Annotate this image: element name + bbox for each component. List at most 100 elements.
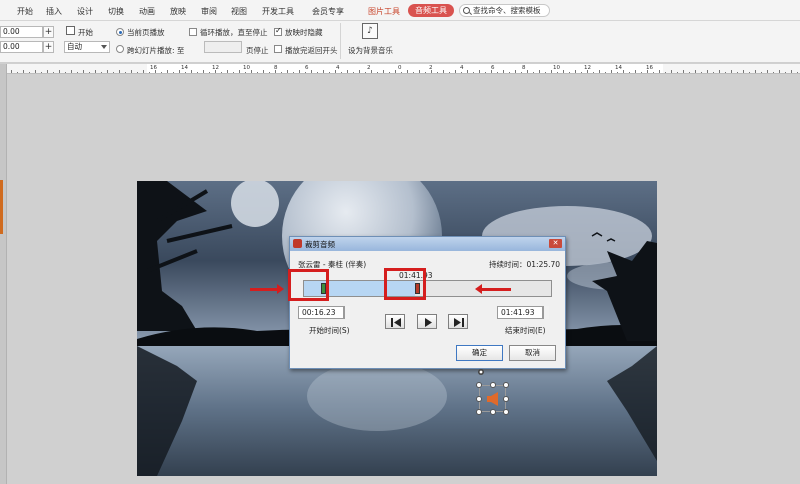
volume-field[interactable]: 0.00 (0, 26, 43, 38)
rotate-handle-icon[interactable] (477, 368, 485, 376)
tab-design[interactable]: 设计 (77, 6, 93, 17)
start-select[interactable]: 自动 (64, 41, 110, 53)
ruler-tick (719, 70, 720, 73)
ruler-tick (191, 70, 192, 73)
loop-play-checkbox[interactable] (189, 28, 197, 36)
end-time-label: 结束时间(E) (505, 326, 546, 335)
ruler-tick (581, 72, 582, 73)
ribbon-tab-bar: 开始 插入 设计 切换 动画 放映 审阅 视图 开发工具 会员专享 图片工具 音… (0, 0, 800, 21)
search-input[interactable]: 查找命令、搜索模板 (459, 4, 550, 17)
ruler-tick (539, 70, 540, 73)
tab-home[interactable]: 开始 (17, 6, 33, 17)
ruler-tick (683, 70, 684, 73)
hide-when-playing-label: 放映时隐藏 (285, 28, 323, 37)
play-button[interactable] (417, 314, 437, 329)
ruler-tick (521, 72, 522, 73)
tab-review[interactable]: 审阅 (201, 6, 217, 17)
audio-trim-track[interactable] (303, 280, 552, 297)
ruler-tick (77, 72, 78, 73)
ruler-tick (299, 70, 300, 73)
tab-audio-tools[interactable]: 音频工具 (408, 4, 454, 17)
ruler-tick (83, 70, 84, 73)
tab-picture-tools[interactable]: 图片工具 (368, 6, 400, 17)
ruler-tick (743, 70, 744, 73)
ruler-tick (329, 72, 330, 73)
current-page-radio[interactable] (116, 28, 124, 36)
tab-developer[interactable]: 开发工具 (262, 6, 294, 17)
tab-insert[interactable]: 插入 (46, 6, 62, 17)
ruler-tick (71, 70, 72, 73)
close-icon[interactable]: ✕ (549, 239, 562, 248)
cross-slides-label: 跨幻灯片播放: 至 (127, 46, 185, 55)
cross-slides-radio[interactable] (116, 45, 124, 53)
ruler-tick (605, 72, 606, 73)
start-time-input[interactable]: 00:16.23 (298, 306, 344, 319)
rewind-checkbox[interactable] (274, 45, 282, 53)
audio-object[interactable] (476, 382, 509, 415)
tab-view[interactable]: 视图 (231, 6, 247, 17)
ruler-tick (161, 72, 162, 73)
resize-handle[interactable] (490, 409, 496, 415)
start-time-label: 开始时间(S) (309, 326, 350, 335)
ruler-tick (575, 70, 576, 73)
ruler-tick (515, 70, 516, 73)
ribbon-separator (340, 23, 341, 59)
ruler-tick (203, 70, 204, 73)
ruler-tick (377, 72, 378, 73)
ruler-tick (503, 70, 504, 73)
resize-handle[interactable] (476, 396, 482, 402)
fade-plus-button[interactable]: + (43, 41, 54, 53)
ruler-tick (773, 72, 774, 73)
ribbon-audio-tools: 0.00 + 0.00 + 开始 自动 当前页播放 跨幻灯片播放: 至 页停止 … (0, 21, 800, 63)
start-time-spinner[interactable] (344, 306, 350, 319)
ruler-tick (209, 72, 210, 73)
resize-handle[interactable] (503, 396, 509, 402)
ruler-label: 2 (367, 65, 371, 71)
ruler-tick (359, 70, 360, 73)
cross-slides-page-field[interactable] (204, 41, 242, 53)
fade-field[interactable]: 0.00 (0, 41, 43, 53)
volume-plus-button[interactable]: + (43, 26, 54, 38)
tab-member[interactable]: 会员专享 (312, 6, 344, 17)
end-time-spinner[interactable] (543, 306, 549, 319)
ruler-tick (11, 70, 12, 73)
ruler-tick (113, 72, 114, 73)
resize-handle[interactable] (503, 382, 509, 388)
ruler-tick (563, 70, 564, 73)
ruler-tick (107, 70, 108, 73)
dialog-title-bar[interactable]: 裁剪音频 ✕ (290, 237, 565, 251)
set-bg-music-button[interactable]: 设为背景音乐 (348, 45, 393, 56)
ruler-tick (227, 70, 228, 73)
tab-slideshow[interactable]: 放映 (170, 6, 186, 17)
ruler-tick (635, 70, 636, 73)
ruler-tick (401, 72, 402, 73)
background-music-icon[interactable]: ♪ (362, 23, 378, 39)
play-start-icon (66, 26, 75, 35)
ruler-tick (617, 72, 618, 73)
speaker-icon (487, 392, 498, 406)
red-arrow-left (475, 284, 511, 294)
resize-handle[interactable] (476, 382, 482, 388)
ruler-label: 4 (336, 65, 340, 71)
end-time-input[interactable]: 01:41.93 (497, 306, 543, 319)
cancel-button[interactable]: 取消 (509, 345, 556, 361)
ruler-label: 6 (305, 65, 309, 71)
resize-handle[interactable] (490, 382, 496, 388)
ruler-tick (47, 70, 48, 73)
ruler-tick (149, 72, 150, 73)
ruler-tick (473, 72, 474, 73)
tab-animations[interactable]: 动画 (139, 6, 155, 17)
ruler-label: 8 (522, 65, 526, 71)
ruler-tick (371, 70, 372, 73)
resize-handle[interactable] (503, 409, 509, 415)
ruler-tick (335, 70, 336, 73)
ruler-tick (215, 70, 216, 73)
prev-button[interactable] (385, 314, 405, 329)
tab-transitions[interactable]: 切换 (108, 6, 124, 17)
resize-handle[interactable] (476, 409, 482, 415)
ruler-tick (305, 72, 306, 73)
ruler-tick (677, 72, 678, 73)
hide-when-playing-checkbox[interactable] (274, 26, 282, 36)
ok-button[interactable]: 确定 (456, 345, 503, 361)
next-button[interactable] (448, 314, 468, 329)
